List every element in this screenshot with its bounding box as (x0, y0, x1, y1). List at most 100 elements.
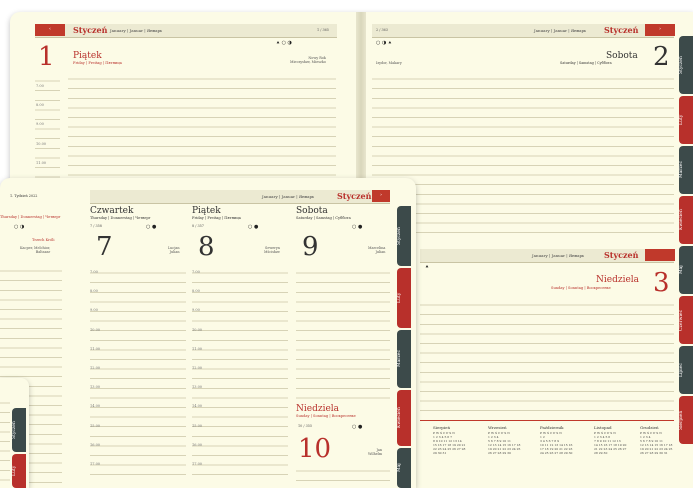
day-sub: Friday | Freitag | Пятница (192, 216, 241, 220)
hours-column: 7.00 8.00 9.00 10.00 11.00 (36, 84, 46, 180)
tab-month[interactable]: Luty (397, 268, 411, 328)
mini-calendar-title: Wrzesień (488, 425, 507, 430)
hours-column: 7.00 8.00 9.00 10.00 11.00 12.00 13.00 1… (90, 270, 100, 481)
day-name: Sobota (606, 51, 638, 61)
cal-row: 26 27 28 29 30 31 (640, 451, 668, 455)
month-label: Styczeń (604, 25, 639, 35)
hour: 8.00 (36, 103, 44, 108)
tab-month[interactable]: Kwiecień (397, 390, 411, 446)
day-number: 9 (302, 232, 319, 262)
month-langs: January | Januar | Январь (262, 194, 315, 199)
hour: 9.00 (36, 122, 44, 127)
tab-month[interactable]: Kwiecień (679, 196, 693, 244)
hour: 11.00 (192, 346, 203, 351)
hour: 12.00 (192, 365, 203, 370)
tab-month[interactable]: Styczeń (397, 206, 411, 266)
note-lines (296, 264, 390, 400)
day-of-year: 10 / 355 (298, 424, 313, 428)
day-of-year: 1 / 365 (317, 28, 329, 32)
hour: 9.00 (90, 308, 98, 313)
tab-month[interactable]: Luty (679, 96, 693, 144)
prev-arrow-button[interactable]: ‹ (35, 24, 65, 36)
hour: 12.00 (90, 365, 101, 370)
calendar-divider (420, 420, 674, 421)
hour: 15.00 (90, 423, 101, 428)
tab-month[interactable]: Marzec (397, 330, 411, 388)
hour: 7.00 (90, 270, 98, 274)
name-days: Kacper, Melchior, Baltazar (20, 246, 51, 254)
mini-calendar-title: Październik (540, 425, 564, 430)
moon-phase-icon: ○ ◑ ⯅ (376, 40, 392, 46)
name-days: Seweryn Mścisław (264, 246, 280, 254)
moon-phase-icon: ○ ● (352, 224, 363, 230)
day-name: Sobota (296, 206, 328, 216)
tab-month[interactable]: Sierpień (679, 396, 693, 444)
hour: 9.00 (192, 308, 200, 313)
hour: 14.00 (90, 404, 101, 409)
name-days: Jan Wilhelm (368, 448, 383, 456)
note-lines (296, 462, 390, 486)
note-lines (68, 70, 336, 188)
month-label: Styczeń (604, 250, 639, 260)
moon-phase-icon: ⯅ ○ ◑ (276, 40, 292, 46)
sunday-number: 10 (298, 434, 332, 464)
tab-month[interactable]: Marzec (679, 146, 693, 194)
hour: 8.00 (192, 289, 200, 294)
tab-month[interactable]: Styczeń (679, 36, 693, 94)
mini-calendar: Grudzień P W Ś C P S N 1 2 3 4 5 6 7 8 9… (640, 425, 672, 455)
day-sub: Saturday | Samstag | Субботa (560, 61, 612, 65)
name-days: Izydor, Makary (376, 61, 402, 65)
day-name: Czwartek (90, 206, 134, 216)
name-days: Lucjan Julian (168, 246, 180, 254)
mini-calendar: Wrzesień P W Ś C P S N 1 2 3 4 5 6 7 8 9… (488, 425, 520, 455)
week-label: 1. Tydzień 2022 (10, 194, 38, 198)
month-langs: January | Januar | Январь (110, 28, 163, 33)
day-name: Piątek (192, 206, 221, 216)
sunday-red-marker (645, 249, 675, 261)
moon-phase-icon: ⯅ (425, 264, 430, 270)
tab-month[interactable]: Styczeń (12, 408, 26, 452)
name-days: Marcelina Julian (368, 246, 386, 254)
hour: 8.00 (90, 289, 98, 294)
month-langs: January | Januar | Январь (534, 28, 587, 33)
note-lines (192, 264, 288, 484)
hour: 16.00 (90, 442, 101, 447)
note-lines (372, 70, 674, 238)
day-number: 8 (198, 232, 215, 262)
day-number: 2 (653, 42, 670, 72)
month-label: Styczeń (73, 25, 108, 35)
day-sub: Thursday | Donnerstag | Четверг (90, 216, 151, 220)
tab-month[interactable]: Lipiec (679, 346, 693, 394)
sunday-day-name: Niedziela (296, 404, 340, 414)
month-label: Styczeń (337, 191, 372, 201)
hour: 16.00 (192, 442, 203, 447)
tab-month[interactable]: Luty (12, 454, 26, 488)
next-arrow-button[interactable]: › (645, 24, 675, 36)
note-lines (420, 296, 674, 416)
day-number: 7 (96, 232, 113, 262)
moon-phase-icon: ○ ● (248, 224, 259, 230)
next-arrow-button[interactable]: › (372, 190, 390, 202)
mini-calendar-title: Grudzień (640, 425, 659, 430)
tab-month[interactable]: Maj (679, 246, 693, 294)
moon-phase-icon: ○ ● (146, 224, 157, 230)
hour: 10.00 (36, 141, 47, 146)
hour: 17.00 (90, 461, 101, 466)
hour: 10.00 (192, 327, 203, 332)
mini-calendar: Listopad P W Ś C P S N 1 2 3 4 5 6 7 8 9… (594, 425, 626, 455)
hour: 11.00 (90, 346, 101, 351)
tab-month[interactable]: Maj (397, 448, 411, 488)
mini-calendar-title: Listopad (594, 425, 612, 430)
hour: 14.00 (192, 404, 203, 409)
hour: 10.00 (90, 327, 101, 332)
day-name: Piątek (73, 51, 102, 61)
day-of-year: 2 / 363 (376, 28, 388, 32)
cal-row: 24 25 26 27 28 29 30 (540, 451, 573, 455)
cal-row: 29 30 31 (433, 451, 447, 455)
note-lines (90, 264, 186, 484)
day-sub: Saturday | Samstag | Субботa (296, 216, 351, 220)
tab-month[interactable]: Czerwiec (679, 296, 693, 344)
moon-phase-icon: ○ ◑ (14, 224, 25, 230)
holiday-label: Trzech Króli (32, 238, 55, 242)
moon-phase-icon: ○ ● (352, 424, 363, 430)
